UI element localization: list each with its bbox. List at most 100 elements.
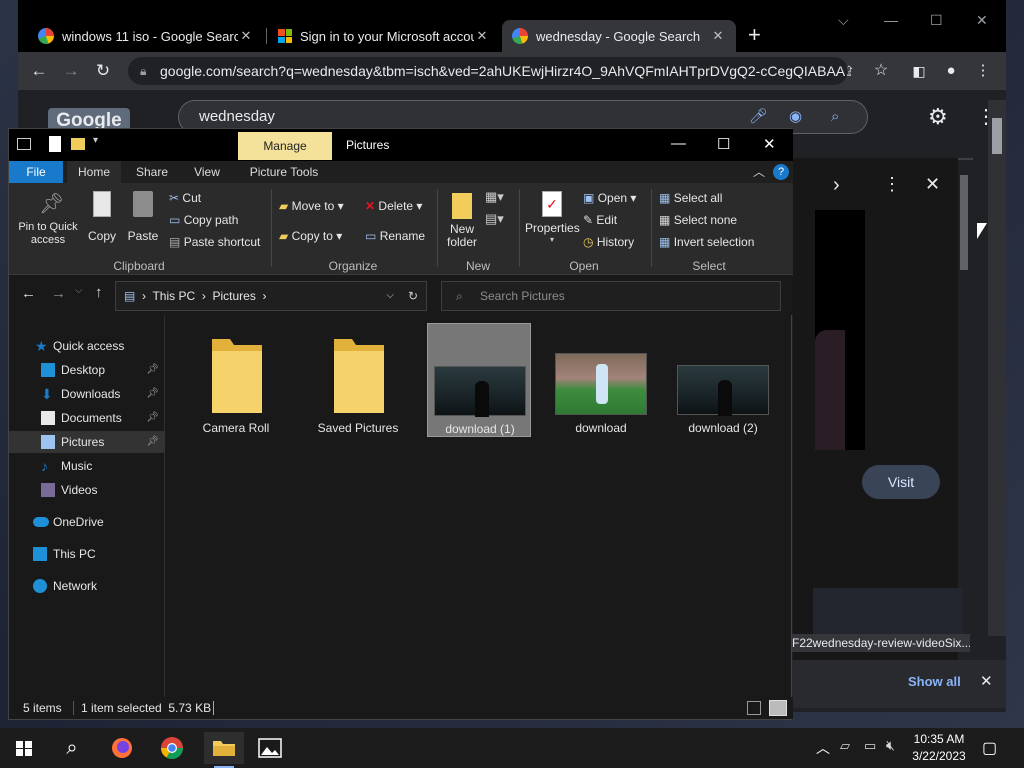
minimize-icon[interactable]: — [884, 12, 898, 28]
forward-icon[interactable]: → [51, 285, 66, 302]
file-item-download[interactable]: download [549, 323, 653, 437]
tab-file[interactable]: File [9, 161, 63, 183]
move-to-button[interactable]: ▰ Move to ▾ [279, 199, 344, 213]
copy-to-button[interactable]: ▰ Copy to ▾ [279, 229, 342, 243]
pin-icon[interactable]: 📌︎ [146, 407, 159, 429]
refresh-icon[interactable]: ↻ [408, 282, 418, 310]
details-view-icon[interactable] [747, 701, 761, 715]
close-preview-icon[interactable]: ✕ [925, 174, 940, 195]
easy-access-icon[interactable]: ▤▾ [485, 211, 504, 227]
address-bar[interactable]: 🔒︎ google.com/search?q=wednesday&tbm=isc… [128, 57, 848, 85]
profile-icon[interactable]: ● [940, 60, 962, 82]
breadcrumb-this-pc[interactable]: This PC [152, 289, 195, 303]
nav-videos[interactable]: Videos [9, 479, 165, 501]
panel-scroll-thumb[interactable] [960, 175, 968, 270]
select-all-button[interactable]: ▦ Select all [659, 191, 722, 205]
file-item-saved-pictures[interactable]: Saved Pictures [306, 323, 410, 437]
photos-icon[interactable] [254, 732, 286, 764]
bookmark-star-icon[interactable]: ☆ [870, 60, 892, 82]
delete-button[interactable]: ✕ Delete ▾ [365, 199, 422, 213]
rename-button[interactable]: ▭ Rename [365, 229, 425, 243]
address-box[interactable]: ▤ › This PC › Pictures › ⌵ ↻ [115, 281, 427, 311]
copy-button[interactable]: Copy [87, 191, 117, 243]
file-item-download-2[interactable]: download (2) [671, 323, 775, 437]
paste-button[interactable]: Paste [127, 191, 159, 243]
pin-icon[interactable]: 📌︎ [146, 431, 159, 453]
help-icon[interactable]: ? [773, 164, 789, 180]
forward-icon[interactable]: → [60, 60, 82, 82]
chrome-tab-microsoft[interactable]: Sign in to your Microsoft account ✕ [268, 20, 500, 52]
settings-gear-icon[interactable]: ⚙ [928, 104, 948, 130]
back-icon[interactable]: ← [28, 60, 50, 82]
breadcrumb-pictures[interactable]: Pictures [213, 289, 256, 303]
history-button[interactable]: ◷ History [583, 235, 634, 249]
nav-onedrive[interactable]: OneDrive [9, 511, 165, 533]
paste-shortcut-button[interactable]: ▤ Paste shortcut [169, 235, 260, 249]
tab-close-icon[interactable]: ✕ [238, 28, 254, 44]
visit-button[interactable]: Visit [862, 465, 940, 499]
large-icons-view-icon[interactable] [769, 700, 787, 716]
tab-share[interactable]: Share [127, 161, 177, 183]
volume-muted-icon[interactable]: 🔇︎ [886, 737, 895, 754]
network-status-icon[interactable]: ▱ [840, 738, 850, 754]
nav-network[interactable]: Network [9, 575, 165, 597]
recent-locations-icon[interactable]: ⌵ [75, 285, 83, 296]
select-none-button[interactable]: ▦ Select none [659, 213, 737, 227]
menu-icon[interactable]: ⋮ [972, 60, 994, 82]
properties-button[interactable]: ✓ Properties ▾ [525, 191, 580, 244]
edit-button[interactable]: ✎ Edit [583, 213, 617, 227]
more-options-icon[interactable]: ⋮ [883, 174, 901, 195]
close-download-bar-icon[interactable]: ✕ [980, 672, 993, 690]
nav-downloads[interactable]: ⬇ Downloads 📌︎ [9, 383, 165, 405]
page-scrollbar[interactable] [988, 100, 1006, 636]
reload-icon[interactable]: ↻ [92, 60, 114, 82]
nav-quick-access[interactable]: ★ Quick access [9, 335, 165, 357]
show-all-downloads-link[interactable]: Show all [908, 674, 961, 689]
file-item-camera-roll[interactable]: Camera Roll [184, 323, 288, 437]
firefox-icon[interactable] [106, 732, 138, 764]
search-icon[interactable]: ⌕ [831, 101, 839, 133]
tab-search-icon[interactable]: ⌵ [838, 12, 849, 29]
minimize-icon[interactable]: — [671, 135, 686, 152]
page-scroll-thumb[interactable] [992, 118, 1002, 154]
chrome-tab-windows-iso[interactable]: windows 11 iso - Google Search ✕ [28, 20, 264, 52]
start-button[interactable] [8, 732, 40, 764]
new-folder-button[interactable]: New folder [445, 193, 479, 249]
next-arrow-icon[interactable]: › [833, 174, 840, 197]
tab-home[interactable]: Home [67, 161, 121, 183]
properties-quick-icon[interactable] [49, 136, 61, 152]
new-tab-button[interactable]: + [748, 22, 761, 48]
tab-close-icon[interactable]: ✕ [474, 28, 490, 44]
clock[interactable]: 10:35 AM 3/22/2023 [908, 731, 970, 765]
maximize-icon[interactable]: ☐ [930, 12, 943, 29]
nav-desktop[interactable]: Desktop 📌︎ [9, 359, 165, 381]
customize-toolbar-icon[interactable]: ▾ [93, 135, 98, 146]
tab-picture-tools[interactable]: Picture Tools [241, 161, 327, 183]
pin-icon[interactable]: 📌︎ [146, 383, 159, 405]
up-icon[interactable]: ↑ [95, 284, 103, 301]
manage-tab[interactable]: Manage [238, 132, 332, 160]
nav-pictures[interactable]: Pictures 📌︎ [9, 431, 165, 453]
display-icon[interactable]: ▭ [864, 738, 876, 754]
collapse-ribbon-icon[interactable]: ︿ [753, 163, 765, 180]
invert-selection-button[interactable]: ▦ Invert selection [659, 235, 754, 249]
address-dropdown-icon[interactable]: ⌵ [386, 282, 394, 310]
new-folder-quick-icon[interactable] [71, 138, 85, 150]
chrome-icon[interactable] [156, 732, 188, 764]
explorer-search-input[interactable]: ⌕ Search Pictures [441, 281, 781, 311]
notifications-icon[interactable]: ▢ [982, 738, 997, 758]
tab-view[interactable]: View [183, 161, 231, 183]
nav-music[interactable]: ♪ Music [9, 455, 165, 477]
pin-icon[interactable]: 📌︎ [146, 359, 159, 381]
nav-documents[interactable]: Documents 📌︎ [9, 407, 165, 429]
show-hidden-icons-icon[interactable]: ︿ [816, 738, 830, 758]
close-icon[interactable]: ✕ [763, 135, 776, 153]
pin-to-quick-access-button[interactable]: 📌︎ Pin to Quick access [17, 191, 79, 247]
tab-close-icon[interactable]: ✕ [710, 28, 726, 44]
maximize-icon[interactable]: ☐ [717, 135, 730, 153]
search-icon[interactable]: ⌕ [56, 732, 88, 764]
related-image[interactable] [813, 588, 963, 634]
nav-this-pc[interactable]: This PC [9, 543, 165, 565]
back-icon[interactable]: ← [21, 285, 36, 302]
preview-image[interactable] [815, 210, 865, 450]
